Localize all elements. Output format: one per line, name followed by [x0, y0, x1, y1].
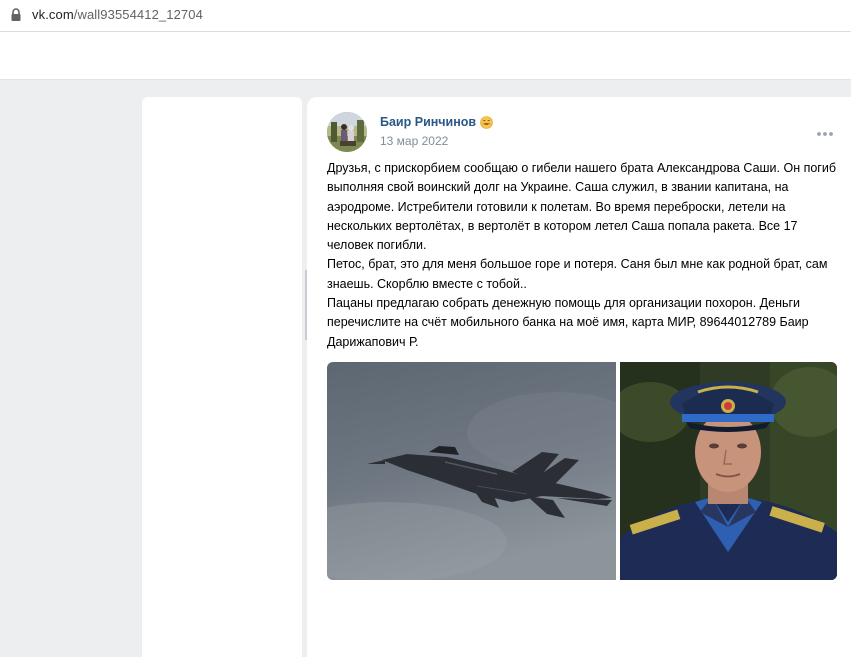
left-panel — [142, 97, 302, 657]
photo-officer-portrait[interactable] — [620, 362, 837, 580]
site-header — [0, 32, 851, 80]
photo-fighter-jet[interactable] — [327, 362, 616, 580]
post-photos — [327, 362, 837, 580]
post-date[interactable]: 13 мар 2022 — [380, 134, 448, 148]
post-paragraph: Петос, брат, это для меня большое горе и… — [327, 257, 828, 291]
post-text: Друзья, с прискорбием сообщаю о гибели н… — [327, 159, 842, 352]
avatar[interactable] — [327, 112, 367, 152]
lock-icon — [10, 8, 22, 22]
url-text[interactable]: vk.com/wall93554412_12704 — [32, 7, 203, 22]
author-name-text: Баир Ринчинов — [380, 115, 477, 129]
smiling-emoji-icon — [480, 115, 493, 129]
author-name[interactable]: Баир Ринчинов — [380, 115, 493, 129]
post-paragraph: Пацаны предлагаю собрать денежную помощь… — [327, 296, 809, 349]
browser-address-bar[interactable]: vk.com/wall93554412_12704 — [0, 0, 851, 32]
post-paragraph: Друзья, с прискорбием сообщаю о гибели н… — [327, 161, 837, 253]
wall-post: Баир Ринчинов 13 мар 2022 Друзья, с прис… — [307, 97, 851, 657]
more-options-icon[interactable] — [815, 130, 835, 138]
